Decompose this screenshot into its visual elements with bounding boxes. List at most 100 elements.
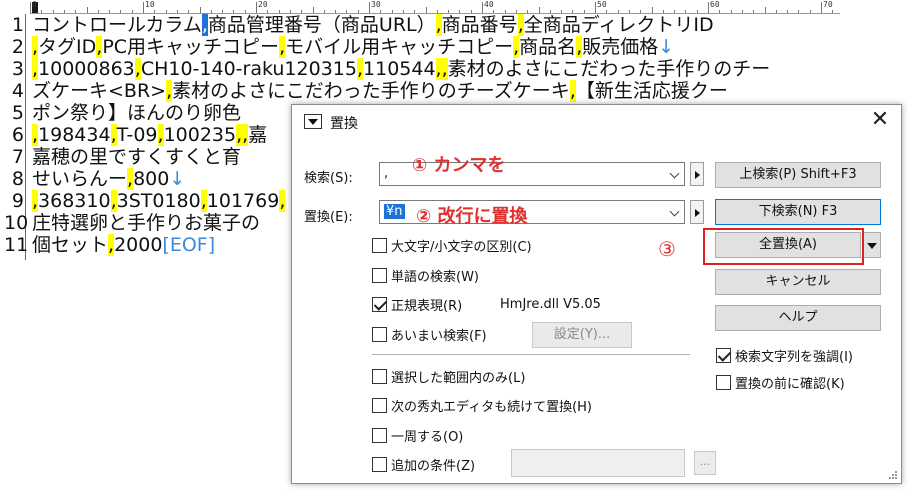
ruler-label: 20 [258, 0, 268, 9]
ruler-tick [448, 10, 450, 13]
text-segment: 素材のよさにこだわった手作りのチーズケーキ [172, 80, 570, 102]
text-line[interactable]: ,368310,3ST0180,101769, [32, 190, 286, 212]
ruler-tick [583, 10, 585, 13]
ruler-tick [244, 10, 246, 13]
text-line[interactable]: 庄特選卵と手作りお菓子の [32, 212, 260, 234]
confirm-box[interactable] [716, 375, 731, 390]
dialog-titlebar[interactable]: 置換 ✕ [292, 105, 901, 137]
text-line[interactable]: ,10000863,CH10-140-raku120315,110544,,素材… [32, 58, 770, 80]
text-line[interactable]: せいらんー,800↓ [32, 168, 185, 190]
replace-all-menu-button[interactable] [863, 232, 881, 258]
selection-only-box[interactable] [372, 369, 387, 384]
ruler-tick [470, 10, 472, 13]
help-button[interactable]: ヘルプ [715, 305, 881, 331]
ruler-tick [504, 10, 506, 13]
case-sensitive-box[interactable] [372, 238, 387, 253]
confirm-checkbox[interactable]: 置換の前に確認(K) [716, 373, 845, 393]
ruler-tick [606, 10, 608, 13]
ruler-tick [154, 10, 156, 13]
text-line[interactable]: コントロールカラム,商品管理番号（商品URL）,商品番号,全商品ディレクトリID [32, 14, 714, 36]
search-down-button[interactable]: 下検索(N) F3 [715, 199, 881, 225]
text-segment: 101769 [206, 190, 280, 212]
text-line[interactable]: ズケーキ<BR>,素材のよさにこだわった手作りのチーズケーキ,【新生活応援クー [32, 80, 728, 102]
annotation-1: ① カンマを [412, 155, 506, 176]
ruler-label: 40 [484, 0, 494, 9]
extra-condition-box[interactable] [372, 457, 387, 472]
text-segment: 10000863 [38, 58, 135, 80]
ruler-tick [425, 7, 427, 13]
line-number-gutter: 1 2 3 4 5 6 7 8 9 10 11 [0, 14, 28, 260]
text-segment: 商品番号 [441, 14, 518, 36]
line-number: 8 [11, 168, 24, 190]
arrow-right-icon [695, 171, 700, 179]
regex-checkbox[interactable]: 正規表現(R) [372, 295, 462, 315]
text-line[interactable]: ,198434,T-09,100235,,嘉 [32, 124, 267, 146]
ruler-tick [515, 10, 517, 13]
regex-box[interactable] [372, 297, 387, 312]
ruler-tick [764, 7, 766, 13]
text-segment: せいらんー [32, 168, 128, 190]
ruler-tick [165, 10, 167, 13]
comma-highlight: , [279, 190, 286, 212]
extra-condition-checkbox[interactable]: 追加の条件(Z) [372, 455, 475, 475]
text-segment: タグID [38, 36, 97, 58]
fuzzy-box[interactable] [372, 327, 387, 342]
ruler-tick [143, 2, 144, 13]
highlight-box-check[interactable] [716, 348, 731, 363]
replace-value: ¥n [384, 204, 405, 219]
ruler-tick [651, 7, 653, 13]
newline-mark-icon: ↓ [658, 36, 675, 58]
ruler-tick [210, 10, 212, 13]
wrap-around-box[interactable] [372, 428, 387, 443]
ruler-label: 60 [710, 0, 720, 9]
ruler-tick [97, 10, 99, 13]
ruler-tick [301, 10, 303, 13]
window-menu-icon[interactable] [304, 114, 322, 129]
ruler-tick [787, 10, 789, 13]
chevron-down-icon[interactable] [669, 206, 680, 217]
text-segment: 3ST0180 [116, 190, 201, 212]
whole-word-checkbox[interactable]: 単語の検索(W) [372, 266, 479, 286]
line-number: 5 [11, 102, 24, 124]
text-line[interactable]: ,タグID,PC用キャッチコピー,モバイル用キャッチコピー,商品名,販売価格↓ [32, 36, 674, 58]
cancel-button[interactable]: キャンセル [715, 269, 881, 295]
ruler-tick [719, 10, 721, 13]
text-segment: 198434 [38, 124, 111, 146]
text-line[interactable]: 嘉穂の里ですくすくと育 [32, 146, 241, 168]
chevron-down-icon[interactable] [669, 168, 680, 179]
wrap-around-checkbox[interactable]: 一周する(O) [372, 426, 463, 446]
search-value: , [384, 166, 389, 181]
ruler-tick [256, 2, 257, 13]
selection-only-checkbox[interactable]: 選択した範囲内のみ(L) [372, 367, 525, 387]
ruler-tick [459, 10, 461, 13]
search-up-button[interactable]: 上検索(P) Shift+F3 [715, 162, 881, 188]
ruler-tick [52, 10, 54, 13]
extra-condition-more-button: ... [694, 451, 716, 475]
continue-next-checkbox[interactable]: 次の秀丸エディタも続けて置換(H) [372, 396, 592, 416]
search-history-button[interactable] [690, 162, 704, 186]
text-line[interactable]: 個セット,2000[EOF] [32, 234, 215, 256]
ruler-tick [561, 10, 563, 13]
ruler-tick [572, 10, 574, 13]
ruler-tick [809, 10, 811, 13]
text-segment: コントロールカラム [32, 14, 202, 36]
resize-grip-icon[interactable] [888, 470, 898, 480]
ruler-label: 0 [32, 0, 37, 9]
continue-next-box[interactable] [372, 398, 387, 413]
fuzzy-label: あいまい検索(F) [391, 329, 487, 344]
highlight-checkbox[interactable]: 検索文字列を強調(I) [716, 346, 853, 366]
selection-only-label: 選択した範囲内のみ(L) [391, 371, 526, 386]
whole-word-box[interactable] [372, 268, 387, 283]
text-line[interactable]: ポン祭り】ほんのり卵色 [32, 102, 241, 124]
ruler-tick [617, 10, 619, 13]
ruler-tick [798, 10, 800, 13]
close-button[interactable]: ✕ [867, 109, 893, 133]
highlight-label: 検索文字列を強調(I) [735, 350, 853, 365]
ruler-tick [391, 10, 393, 13]
case-sensitive-checkbox[interactable]: 大文字/小文字の区別(C) [372, 236, 532, 256]
text-segment: 販売価格 [582, 36, 659, 58]
replace-history-button[interactable] [690, 200, 704, 224]
ruler-label: 30 [371, 0, 381, 9]
fuzzy-search-checkbox[interactable]: あいまい検索(F) [372, 325, 487, 345]
ruler-tick [730, 10, 732, 13]
